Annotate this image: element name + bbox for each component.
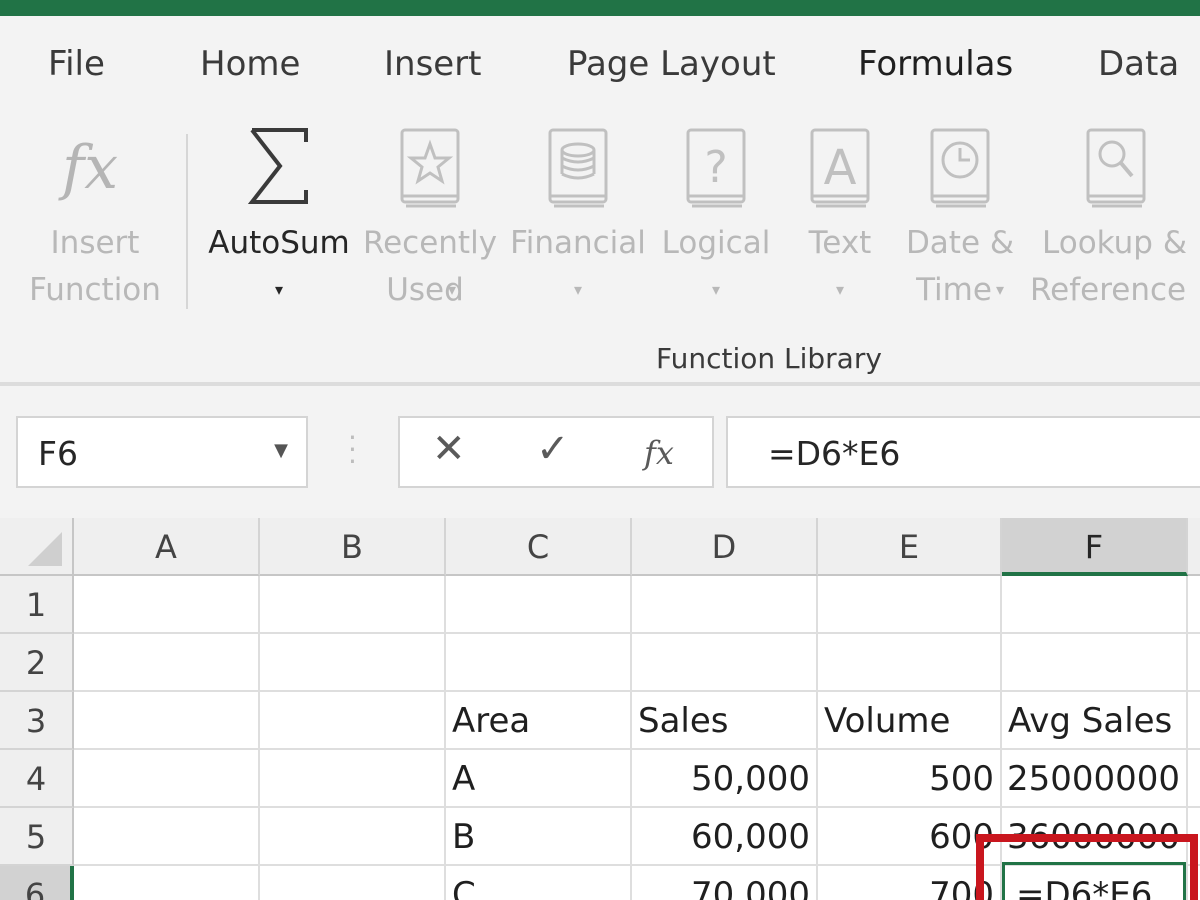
cell-d6[interactable]: 70,000 [632,866,810,900]
financial-label: Financial [510,225,646,261]
magnifier-book-icon [1086,128,1146,208]
svg-text:fx: fx [58,133,118,203]
lookup-reference-label-1: Lookup & [1042,225,1188,261]
financial-button[interactable]: Financial ▾ [508,116,648,336]
cell-e5[interactable]: 600 [818,808,994,866]
formula-value: =D6*E6 [768,434,901,473]
column-header-f[interactable]: F [1002,518,1188,576]
autosum-dropdown-icon[interactable]: ▾ [204,280,354,299]
cell-c6[interactable]: C [452,866,476,900]
text-dropdown-icon: ▾ [835,280,845,299]
name-box-value: F6 [38,434,78,473]
formula-input[interactable]: =D6*E6 [726,416,1200,488]
chevron-down-icon[interactable]: ▼ [274,440,288,461]
gridline [74,632,1200,634]
row-header-6[interactable]: 6 [0,866,74,900]
logical-dropdown-icon: ▾ [711,280,721,299]
formula-bar: F6 ▼ · · · ✕ ✓ fx =D6*E6 [0,386,1200,518]
svg-text:A: A [824,140,857,196]
resize-handle-icon[interactable]: · · · [348,424,357,476]
ribbon-tabs: File Home Insert Page Layout Formulas Da… [0,16,1200,111]
function-library-group-label: Function Library [656,342,882,375]
lookup-reference-label-2: Reference [1030,272,1187,308]
financial-dropdown-icon: ▾ [573,280,583,299]
insert-function-fx-icon[interactable]: fx [644,434,674,472]
logical-label: Logical [661,225,771,261]
coins-book-icon [548,128,608,208]
recently-used-label-1: Recently [362,225,498,261]
formula-actions: ✕ ✓ fx [398,416,714,488]
cell-c4[interactable]: A [452,750,475,808]
enter-icon[interactable]: ✓ [536,426,570,472]
column-header-g[interactable] [1188,518,1200,576]
column-header-b[interactable]: B [260,518,446,576]
cell-c3[interactable]: Area [452,692,530,750]
select-all-button[interactable] [0,518,74,576]
tab-file[interactable]: File [48,44,105,84]
tab-formulas[interactable]: Formulas [858,44,1013,84]
cell-c5[interactable]: B [452,808,475,866]
insert-function-label-2: Function [29,272,161,308]
tab-page-layout[interactable]: Page Layout [567,44,776,84]
question-book-icon: ? [686,128,746,208]
tab-home[interactable]: Home [200,44,300,84]
insert-function-button[interactable]: fx Insert Function [20,116,170,336]
date-time-button[interactable]: Date & Time ▾ [898,116,1022,336]
ribbon-separator [186,134,188,309]
cell-d5[interactable]: 60,000 [632,808,810,866]
date-time-label-1: Date & [905,225,1015,261]
gridline [258,576,260,900]
logical-button[interactable]: ? Logical ▾ [658,116,774,336]
gridline [444,576,446,900]
row-header-5[interactable]: 5 [0,808,74,866]
row-header-2[interactable]: 2 [0,634,74,692]
autosum-button[interactable]: AutoSum ▾ [204,116,354,336]
column-header-c[interactable]: C [446,518,632,576]
highlight-box [976,834,1198,900]
ribbon: fx Insert Function AutoSum ▾ Recently Us… [0,104,1200,382]
sigma-icon [247,128,308,204]
cell-f4[interactable]: 25000000 [1002,750,1180,808]
column-header-d[interactable]: D [632,518,818,576]
tab-insert[interactable]: Insert [384,44,482,84]
text-label: Text [808,225,872,261]
column-header-a[interactable]: A [74,518,260,576]
cell-e4[interactable]: 500 [818,750,994,808]
letter-a-book-icon: A [810,128,870,208]
lookup-reference-button[interactable]: Lookup & Reference [1030,116,1200,336]
cell-d4[interactable]: 50,000 [632,750,810,808]
clock-book-icon [930,128,990,208]
name-box[interactable]: F6 ▼ [16,416,308,488]
cell-d3[interactable]: Sales [638,692,729,750]
row-header-1[interactable]: 1 [0,576,74,634]
star-book-icon [400,128,460,208]
fx-icon: fx [58,133,118,203]
cancel-icon[interactable]: ✕ [432,426,466,472]
cell-f3[interactable]: Avg Sales [1008,692,1172,750]
row-header-4[interactable]: 4 [0,750,74,808]
cell-e3[interactable]: Volume [824,692,950,750]
title-bar [0,0,1200,16]
date-time-dropdown-icon: ▾ [996,280,1005,299]
recently-used-button[interactable]: Recently Used ▾ [362,116,498,336]
insert-function-label-1: Insert [50,225,140,261]
svg-text:?: ? [704,142,727,193]
text-button[interactable]: A Text ▾ [790,116,890,336]
recently-used-label-2: Used [386,272,464,308]
column-header-e[interactable]: E [818,518,1002,576]
autosum-label: AutoSum [208,225,350,261]
tab-data[interactable]: Data [1098,44,1179,84]
cell-e6[interactable]: 700 [818,866,994,900]
spreadsheet-grid: A B C D E F 1 2 3 4 5 6 Area Sales Volum… [0,518,1200,900]
row-header-3[interactable]: 3 [0,692,74,750]
select-all-icon [28,532,62,566]
recently-used-dropdown-icon: ▾ [448,280,457,299]
